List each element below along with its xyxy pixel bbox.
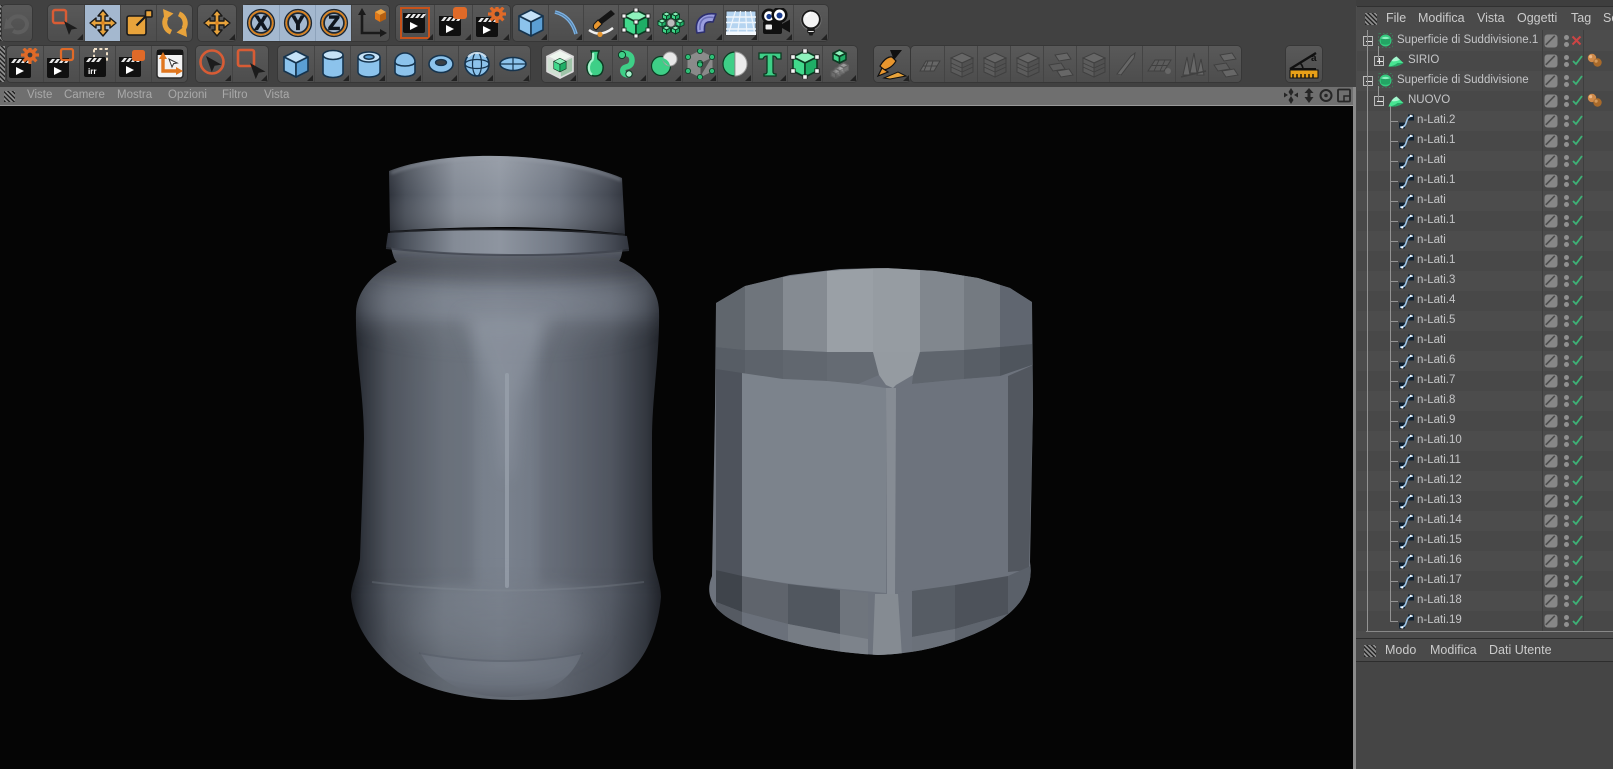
svg-text:a: a — [1311, 53, 1317, 64]
svg-text:irr: irr — [88, 67, 96, 76]
svg-text:Z: Z — [328, 14, 340, 35]
svg-text:Y: Y — [291, 14, 304, 35]
svg-text:X: X — [255, 14, 268, 35]
